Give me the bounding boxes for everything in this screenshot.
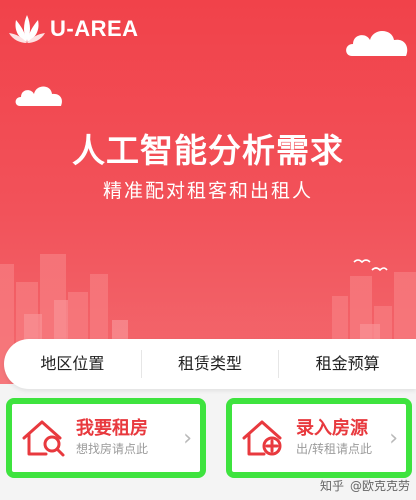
rent-house-subtitle: 想找房请点此	[76, 442, 149, 456]
filter-rental-type[interactable]: 租赁类型	[140, 350, 279, 378]
chevron-right-icon: ›	[389, 425, 398, 451]
house-search-icon	[22, 420, 65, 457]
hero-banner: U-AREA 人工智能分析需求 精准配对租客和出租人	[0, 0, 416, 384]
cloud-icon	[346, 31, 408, 56]
chevron-right-icon: ›	[183, 425, 192, 451]
rent-house-card[interactable]: 我要租房 想找房请点此 ›	[6, 398, 206, 478]
watermark-author: @欧克克劳	[349, 479, 410, 493]
list-property-subtitle: 出/转租请点此	[296, 442, 373, 456]
hero-headline: 人工智能分析需求	[72, 131, 344, 170]
brand-name: U-AREA	[50, 16, 139, 41]
hero-subline: 精准配对租客和出租人	[102, 180, 313, 202]
rent-house-title: 我要租房	[76, 418, 148, 439]
filter-location[interactable]: 地区位置	[4, 350, 141, 378]
filter-budget[interactable]: 租金预算	[278, 350, 416, 378]
lotus-logo-icon	[9, 15, 45, 43]
watermark-site: 知乎	[319, 479, 344, 493]
cloud-icon	[15, 86, 62, 106]
house-plus-icon	[242, 420, 282, 456]
watermark: 知乎 @欧克克劳	[314, 477, 410, 494]
list-property-card[interactable]: 录入房源 出/转租请点此 ›	[226, 398, 412, 478]
list-property-title: 录入房源	[296, 418, 368, 439]
brand: U-AREA	[8, 12, 139, 46]
filter-bar: 地区位置 租赁类型 租金预算	[4, 339, 416, 389]
